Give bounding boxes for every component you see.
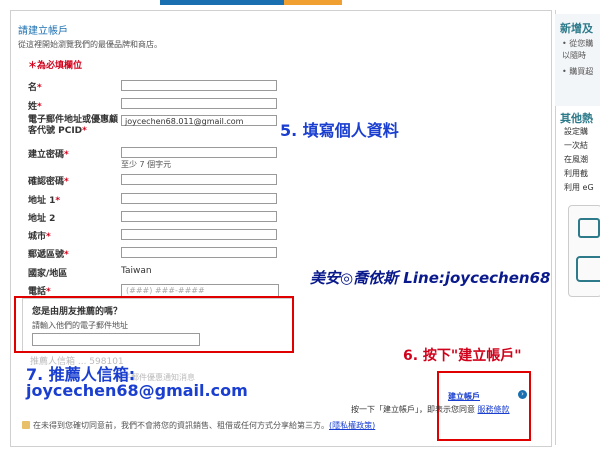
email-input[interactable]: joycechen68.011@gmail.com [121, 115, 277, 126]
first-name-label: 名* [28, 83, 42, 93]
sidebar-box-line: • 從您購 [562, 39, 594, 48]
form-title: 請建立帳戶 [18, 26, 68, 37]
last-name-input[interactable] [121, 98, 277, 109]
referral-highlight-box [14, 296, 294, 353]
country-value[interactable]: Taiwan [121, 266, 152, 276]
privacy-policy-link[interactable]: (隱私權政策) [329, 421, 375, 430]
country-label: 國家/地區 [28, 269, 68, 279]
confirm-password-label: 確認密碼* [28, 177, 69, 187]
cart-icon [578, 218, 600, 238]
privacy-note: 在未得到您確切同意前，我們不會將您的資訊銷售、租借或任何方式分享給第三方。(隱私… [22, 420, 375, 431]
step5-annotation: 5. 填寫個人資料 [280, 121, 399, 140]
create-password-input[interactable] [121, 147, 277, 158]
name-tag-annotation: 美安◎喬依斯 Line:joycechen68 [310, 269, 551, 287]
sidebar-hot-item[interactable]: 一次結 [564, 140, 588, 151]
city-input[interactable] [121, 229, 277, 240]
step7-annotation-line2: joycechen68@gmail.com [26, 381, 248, 400]
sidebar-hot-item[interactable]: 在風潮 [564, 154, 588, 165]
terms-link[interactable]: 服務條款 [478, 405, 510, 414]
address2-label: 地址 2 [28, 214, 56, 224]
security-badge-icon [576, 256, 600, 282]
first-name-input[interactable] [121, 80, 277, 91]
tab-indicator-secondary[interactable] [284, 0, 342, 5]
lock-icon [22, 421, 30, 429]
address1-input[interactable] [121, 193, 277, 204]
required-fields-note: ＊為必填欄位 [28, 61, 83, 71]
sidebar-box-line: • 購買超 [562, 67, 594, 76]
sidebar-hot-item[interactable]: 設定購 [564, 126, 588, 137]
create-password-label: 建立密碼* [28, 150, 69, 160]
address2-input[interactable] [121, 211, 277, 222]
sidebar-box-title: 新增及 [560, 22, 593, 35]
sidebar-box-line: 以隨時 [562, 51, 586, 60]
terms-agreement: 按一下「建立帳戶」，即表示您同意 服務條款 [351, 405, 510, 414]
form-subtitle: 從這裡開始瀏覽我們的最優品牌和商店。 [18, 40, 162, 49]
tab-indicator-active[interactable] [160, 0, 284, 5]
top-tab-bar [0, 0, 600, 8]
step6-annotation: 6. 按下"建立帳戶" [403, 348, 522, 364]
postal-code-input[interactable] [121, 247, 277, 258]
email-label: 電子郵件地址或優惠顧客代號 PCID* [28, 115, 119, 136]
confirm-password-input[interactable] [121, 174, 277, 185]
address1-label: 地址 1* [28, 196, 61, 206]
sidebar-hot-item[interactable]: 利用 eG [564, 182, 594, 193]
city-label: 城市* [28, 232, 51, 242]
phone-placeholder: (###) ###-#### [126, 286, 205, 295]
postal-code-label: 郵遞區號* [28, 250, 69, 260]
sidebar-hot-item[interactable]: 利用截 [564, 168, 588, 179]
last-name-label: 姓* [28, 102, 42, 112]
password-hint: 至少 7 個字元 [121, 160, 172, 169]
sidebar-hot-title: 其他熱 [560, 112, 593, 125]
